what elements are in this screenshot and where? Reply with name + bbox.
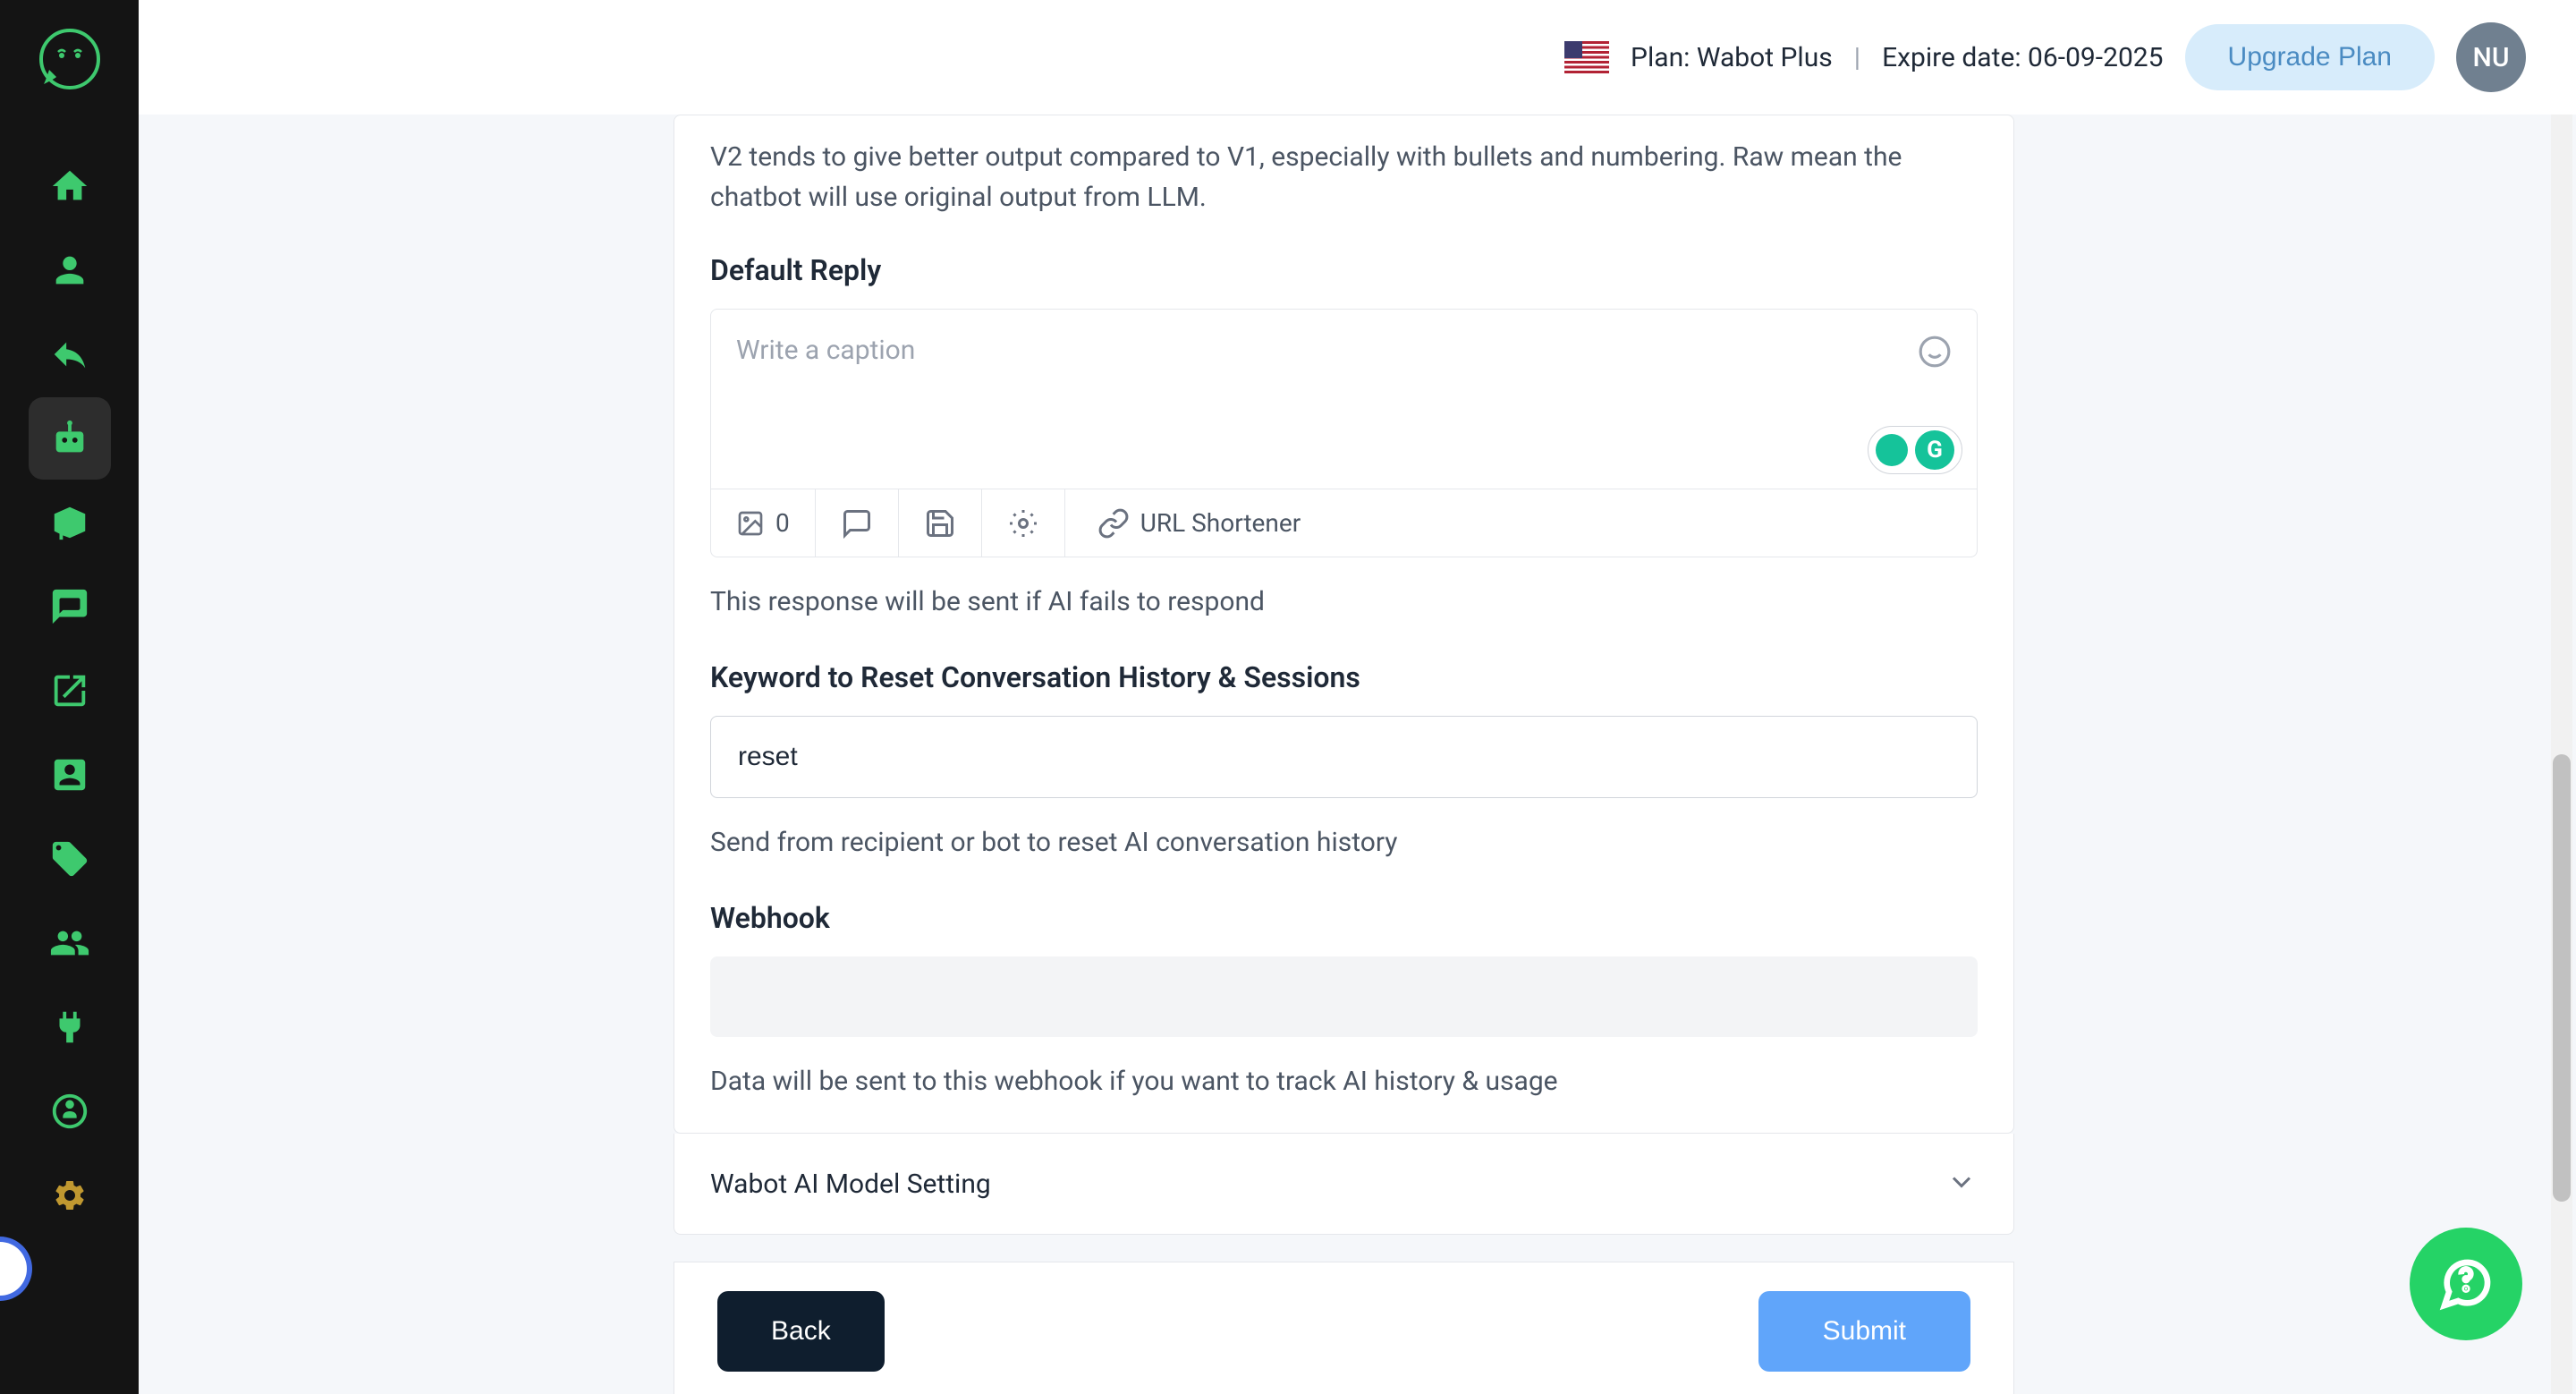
emoji-picker-button[interactable] xyxy=(1918,335,1952,372)
nav-tags[interactable] xyxy=(29,818,111,900)
grammarly-status-icon xyxy=(1876,434,1908,466)
nav-bot[interactable] xyxy=(29,397,111,480)
app-logo xyxy=(37,27,103,91)
chevron-down-icon xyxy=(1945,1166,1978,1202)
nav-reply[interactable] xyxy=(29,313,111,395)
toolbar-save[interactable] xyxy=(899,489,982,557)
grammarly-badge[interactable]: G xyxy=(1868,426,1962,474)
grammarly-logo-icon: G xyxy=(1915,430,1954,470)
nav-team[interactable] xyxy=(29,902,111,984)
accordion-title: Wabot AI Model Setting xyxy=(710,1169,991,1200)
back-button[interactable]: Back xyxy=(717,1291,885,1372)
webhook-help: Data will be sent to this webhook if you… xyxy=(710,1066,1978,1097)
ai-model-accordion[interactable]: Wabot AI Model Setting xyxy=(674,1134,2014,1235)
toolbar-url-shortener[interactable]: URL Shortener xyxy=(1065,489,1333,557)
nav-chat[interactable] xyxy=(29,565,111,648)
nav-contacts[interactable] xyxy=(29,734,111,816)
user-avatar[interactable]: NU xyxy=(2456,22,2526,92)
flag-icon[interactable] xyxy=(1564,41,1609,73)
scrollbar-track xyxy=(2551,115,2572,1394)
default-reply-help: This response will be sent if AI fails t… xyxy=(710,586,1978,617)
toolbar-ai[interactable] xyxy=(982,489,1065,557)
keyword-reset-help: Send from recipient or bot to reset AI c… xyxy=(710,827,1978,858)
v2-hint-text: V2 tends to give better output compared … xyxy=(710,115,1978,217)
scrollbar-thumb[interactable] xyxy=(2553,754,2571,1202)
nav-home[interactable] xyxy=(29,145,111,227)
webhook-input[interactable] xyxy=(710,956,1978,1037)
settings-card: V2 tends to give better output compared … xyxy=(674,115,2014,1134)
nav-user[interactable] xyxy=(29,229,111,311)
expire-label: Expire date: 06-09-2025 xyxy=(1882,42,2163,73)
nav-support[interactable] xyxy=(29,1070,111,1152)
nav-campaign[interactable] xyxy=(29,481,111,564)
help-chat-fab[interactable] xyxy=(2410,1228,2522,1340)
nav-settings[interactable] xyxy=(29,1154,111,1237)
top-header: Plan: Wabot Plus | Expire date: 06-09-20… xyxy=(139,0,2576,115)
main-content: V2 tends to give better output compared … xyxy=(139,115,2549,1394)
nav-export[interactable] xyxy=(29,650,111,732)
default-reply-textarea[interactable]: Write a caption G xyxy=(711,310,1977,489)
toolbar-template[interactable] xyxy=(816,489,899,557)
sidebar xyxy=(0,0,139,1394)
upgrade-plan-button[interactable]: Upgrade Plan xyxy=(2185,24,2435,90)
editor-toolbar: 0 URL Shortener xyxy=(711,489,1977,557)
keyword-reset-input[interactable] xyxy=(710,716,1978,798)
submit-button[interactable]: Submit xyxy=(1758,1291,1970,1372)
keyword-reset-label: Keyword to Reset Conversation History & … xyxy=(710,660,1978,694)
form-footer: Back Submit xyxy=(674,1262,2014,1394)
webhook-label: Webhook xyxy=(710,901,1978,935)
plan-label: Plan: Wabot Plus xyxy=(1631,42,1833,73)
url-shortener-label: URL Shortener xyxy=(1140,508,1301,538)
editor-placeholder: Write a caption xyxy=(736,335,915,366)
default-reply-label: Default Reply xyxy=(710,253,1978,287)
default-reply-editor: Write a caption G 0 xyxy=(710,309,1978,557)
nav-plugin[interactable] xyxy=(29,986,111,1068)
header-divider: | xyxy=(1854,42,1860,73)
attachment-count: 0 xyxy=(775,508,790,538)
toolbar-attachment-count[interactable]: 0 xyxy=(711,489,816,557)
